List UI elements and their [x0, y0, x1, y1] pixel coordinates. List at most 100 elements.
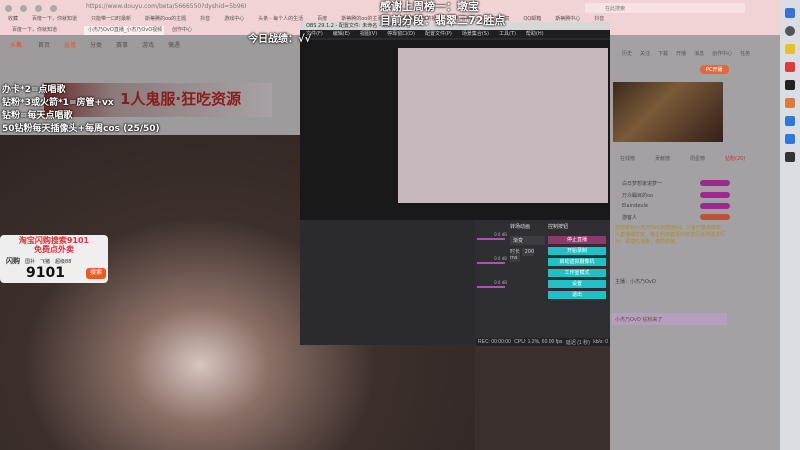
bookmark[interactable]: 游戏中心: [224, 16, 244, 22]
game-stream-thumbnail[interactable]: [613, 82, 723, 142]
bookmark[interactable]: 抖音: [200, 16, 210, 22]
tab-contribution[interactable]: 贡献榜: [655, 156, 670, 162]
audio-meter[interactable]: [477, 262, 505, 264]
menu-item[interactable]: 工具(T): [499, 31, 516, 37]
nav-item[interactable]: 赛事: [116, 42, 128, 49]
tab-strip: 百度一下，你就知道 小杰乃OvO直播_小杰乃OvO视频 创作中心: [8, 26, 244, 35]
transition-select[interactable]: 渐变: [510, 236, 546, 245]
home-icon[interactable]: [50, 5, 57, 12]
pc-live-button[interactable]: PC开播: [700, 65, 729, 74]
app-icon[interactable]: [785, 98, 795, 108]
nav-item[interactable]: 游戏: [142, 42, 154, 49]
bookmark[interactable]: 百度一下，你就知道: [32, 16, 77, 22]
douyu-nav: 斗鱼 首页 直播 分类 赛事 游戏 偶遇: [10, 40, 194, 49]
nav-item[interactable]: 偶遇: [168, 42, 180, 49]
fan-badge: [700, 192, 730, 198]
anchor-label: 主播：小杰乃OvO: [615, 279, 656, 285]
history-link[interactable]: 历史: [622, 51, 632, 57]
tab-baidu[interactable]: 百度一下，你就知道: [8, 26, 80, 35]
fan-badge: [700, 203, 730, 209]
nav-buttons: [5, 5, 65, 14]
bitrate: kb/s: 0: [593, 339, 608, 345]
taobao-title-2: 免费点外卖: [34, 245, 74, 254]
menu-item[interactable]: 场景集合(S): [462, 31, 489, 37]
room-description: 欢迎来到小杰乃OvO的直播间。斗鱼严禁未成年人直播或打赏，禁止利用直播内容进行任…: [615, 225, 725, 245]
back-icon[interactable]: [5, 5, 12, 12]
app-icon[interactable]: [785, 44, 795, 54]
chat-message: 小杰乃OvO 钻粉来了: [612, 313, 727, 325]
forward-icon[interactable]: [20, 5, 27, 12]
search-icon[interactable]: [785, 26, 795, 36]
rule-line: 钻粉*3或火箭*1=房管+vx: [2, 98, 114, 108]
windows-icon[interactable]: [785, 8, 795, 18]
nav-item[interactable]: 直播: [64, 42, 76, 49]
top-icons: 历史 关注 下载 开播 消息 创作中心 任务: [622, 50, 750, 57]
tab-diamond-fans[interactable]: 钻粉(20): [725, 156, 745, 162]
rule-line: 办卡*2=点唱歌: [2, 85, 66, 95]
bookmark[interactable]: 头条 - 每个人的生活: [258, 16, 303, 22]
nav-item[interactable]: 分类: [90, 42, 102, 49]
app-icon[interactable]: [785, 62, 795, 72]
taobao-title-1: 淘宝闪购搜索9101: [18, 236, 90, 245]
menu-item[interactable]: 停靠窗口(D): [387, 31, 415, 37]
rank-line: 目前分段：翡翠二72胜点: [380, 14, 506, 27]
audio-db: 0.0 dB: [494, 256, 507, 261]
menu-item[interactable]: 视图(V): [360, 31, 377, 37]
transitions-dock: 转场动画 渐变 时长 200 ms: [507, 220, 549, 338]
fan-badge: [700, 214, 730, 220]
audio-meter[interactable]: [477, 238, 505, 240]
rank-row[interactable]: 白日梦想家追梦一: [622, 180, 662, 187]
refresh-icon[interactable]: [35, 5, 42, 12]
fan-badge: [700, 180, 730, 186]
start-recording-button[interactable]: 开始录制: [548, 247, 606, 255]
nav-item[interactable]: 首页: [38, 42, 50, 49]
search-box[interactable]: 在此搜索: [585, 3, 745, 13]
menu-item[interactable]: 配置文件(P): [425, 31, 452, 37]
audio-meter[interactable]: [477, 286, 505, 288]
tab-douyu-live[interactable]: 小杰乃OvO直播_小杰乃OvO视频: [84, 26, 164, 35]
messages-link[interactable]: 消息: [694, 51, 704, 57]
latency: 延迟 (1 秒): [565, 339, 590, 346]
overlay-today: 今日战绩：√√: [248, 34, 312, 45]
douyu-logo[interactable]: 斗鱼: [10, 40, 22, 49]
tag: 闪购: [6, 257, 20, 265]
app-icon[interactable]: [785, 152, 795, 162]
audio-mixer: 0.0 dB 0.0 dB 0.0 dB: [475, 220, 507, 338]
overlay-thanks: 感谢上周榜一：墩宝 目前分段：翡翠二72胜点: [380, 0, 505, 28]
rank-row[interactable]: 游客人: [622, 214, 637, 221]
creator-link[interactable]: 创作中心: [712, 51, 732, 57]
follow-link[interactable]: 关注: [640, 51, 650, 57]
stop-streaming-button[interactable]: 停止直播: [548, 236, 606, 244]
rank-row[interactable]: 万众瞩目的oo: [622, 192, 653, 199]
dock-title: 转场动画: [510, 224, 531, 230]
audio-db: 0.0 dB: [494, 232, 507, 237]
settings-button[interactable]: 设置: [548, 280, 606, 288]
app-icon[interactable]: [785, 116, 795, 126]
obs-icon[interactable]: [785, 80, 795, 90]
tab-online[interactable]: 在线榜: [620, 156, 635, 162]
taobao-search-button[interactable]: 搜索: [86, 268, 106, 279]
download-link[interactable]: 下载: [658, 51, 668, 57]
app-icon[interactable]: [785, 134, 795, 144]
obs-menu: 文件(F) 编辑(E) 视图(V) 停靠窗口(D) 配置文件(P) 场景集合(S) 工具(T…: [300, 30, 610, 38]
url-bar[interactable]: https://www.douyu.com/beta/5666550?dyshi…: [86, 3, 246, 14]
rank-row[interactable]: Elaindeule: [622, 203, 648, 209]
bookmark[interactable]: 收藏: [8, 16, 18, 22]
tasks-link[interactable]: 任务: [740, 51, 750, 57]
tab-creator[interactable]: 创作中心: [168, 26, 240, 35]
bookmark[interactable]: 只能带一口时最新: [91, 16, 131, 22]
obs-status-bar: REC: 00:00:00 CPU: 1.2%, 60.00 fps 延迟 (1 秒…: [476, 338, 610, 346]
bookmark[interactable]: 斯蒂腾的oo的主题: [145, 16, 186, 22]
menu-item[interactable]: 编辑(E): [333, 31, 350, 37]
virtual-camera-button[interactable]: 启动虚拟摄像机: [548, 258, 606, 266]
tab-weekly[interactable]: 周星榜: [690, 156, 705, 162]
menu-item[interactable]: 帮助(H): [526, 31, 544, 37]
cpu-fps: CPU: 1.2%, 60.00 fps: [514, 339, 563, 345]
taskbar: [780, 0, 800, 450]
preview-recursive-capture: [398, 48, 608, 203]
studio-mode-button[interactable]: 工作室模式: [548, 269, 606, 277]
broadcast-link[interactable]: 开播: [676, 51, 686, 57]
exit-button[interactable]: 退出: [548, 291, 606, 299]
overlay-rules: 办卡*2=点唱歌 钻粉*3或火箭*1=房管+vx 钻粉=每天点唱歌 50钻粉每天插像头…: [2, 84, 160, 136]
audio-db: 0.0 dB: [494, 280, 507, 285]
